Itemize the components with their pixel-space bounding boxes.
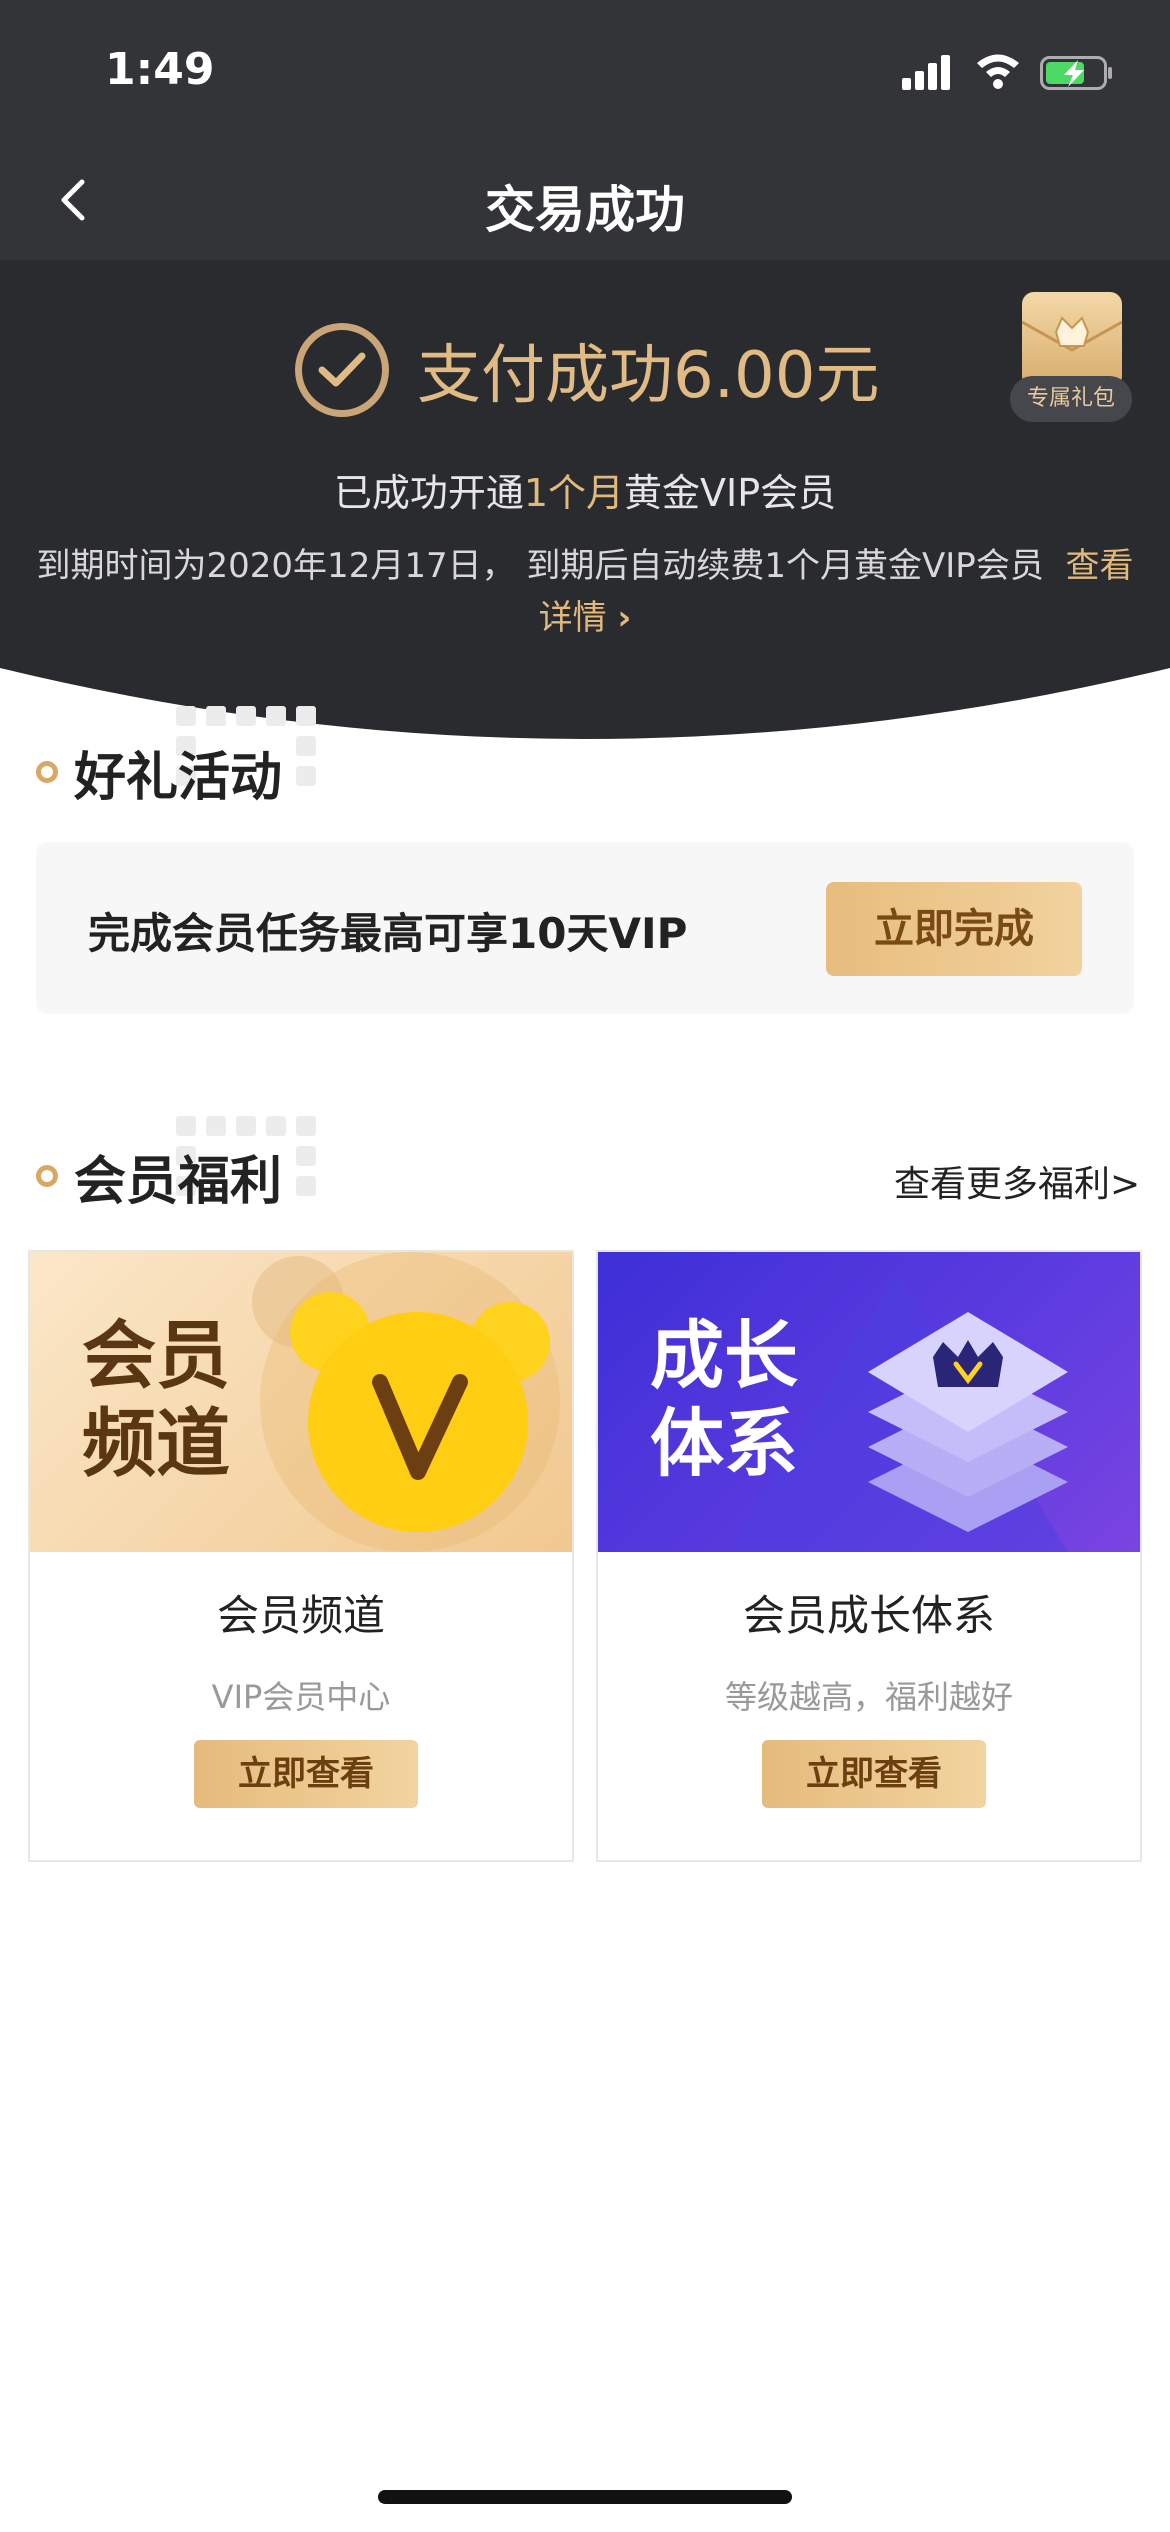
member-channel-subtitle: VIP会员中心 <box>211 1678 391 1716</box>
line1-suffix: 黄金VIP会员 <box>624 471 837 515</box>
nav-bar: 交易成功 <box>0 140 1170 260</box>
activity-section-header: 好礼活动 <box>36 732 282 812</box>
battery-charging-icon <box>1040 56 1112 90</box>
growth-system-image: 成长 体系 <box>598 1252 1140 1552</box>
activity-text: 完成会员任务最高可享10天VIP <box>88 909 688 958</box>
growth-image-line2: 体系 <box>650 1401 798 1487</box>
growth-system-view-button[interactable]: 立即查看 <box>762 1740 986 1808</box>
growth-system-name: 会员成长体系 <box>742 1591 995 1640</box>
member-channel-view-button[interactable]: 立即查看 <box>194 1740 418 1808</box>
activity-section-title: 好礼活动 <box>74 747 283 808</box>
growth-image-title: 成长 体系 <box>650 1312 798 1488</box>
channel-image-line1: 会员 <box>82 1313 230 1399</box>
member-channel-image: 会员 频道 <box>30 1252 572 1552</box>
home-indicator[interactable] <box>378 2490 792 2504</box>
signal-icon <box>902 54 954 90</box>
payment-success-header: 支付成功6.00元 <box>295 320 880 420</box>
gift-label: 专属礼包 <box>1010 376 1132 422</box>
status-time: 1:49 <box>105 44 215 95</box>
expiry-text: 到期时间为2020年12月17日， 到期后自动续费1个月黄金VIP会员 查看详情… <box>30 540 1140 644</box>
section-dot-icon <box>36 761 58 783</box>
growth-image-line1: 成长 <box>650 1313 798 1399</box>
channel-image-title: 会员 频道 <box>82 1312 230 1488</box>
growth-system-subtitle: 等级越高，福利越好 <box>724 1678 1013 1716</box>
payment-success-text: 支付成功6.00元 <box>417 339 880 413</box>
expiry-detail: 到期时间为2020年12月17日， 到期后自动续费1个月黄金VIP会员 <box>36 546 1044 586</box>
membership-opened-text: 已成功开通1个月黄金VIP会员 <box>0 462 1170 517</box>
check-circle-icon <box>295 323 389 417</box>
complete-now-button[interactable]: 立即完成 <box>826 882 1082 976</box>
member-channel-card[interactable]: 会员 频道 会员频道 VIP会员中心 立即查看 <box>28 1250 574 1862</box>
gift-box-button[interactable]: 专属礼包 <box>1010 292 1132 430</box>
line1-highlight: 1个月 <box>523 471 625 515</box>
gift-box-icon <box>1021 292 1123 388</box>
channel-image-line2: 频道 <box>82 1401 230 1487</box>
wifi-icon <box>977 54 1019 89</box>
chevron-right-icon: › <box>617 598 632 638</box>
benefits-section-title: 会员福利 <box>74 1151 283 1212</box>
page-title: 交易成功 <box>485 181 685 239</box>
section-dot-icon <box>36 1165 58 1187</box>
more-benefits-link[interactable]: 查看更多福利> <box>894 1155 1140 1207</box>
benefits-section-header: 会员福利 <box>36 1136 282 1216</box>
activity-card: 完成会员任务最高可享10天VIP 立即完成 <box>36 842 1134 1014</box>
status-bar: 1:49 <box>0 0 1170 140</box>
member-channel-name: 会员频道 <box>216 1591 385 1640</box>
line1-prefix: 已成功开通 <box>333 471 524 515</box>
growth-system-card[interactable]: 成长 体系 会员成长体系 等级越高，福利越好 立即查看 <box>596 1250 1142 1862</box>
